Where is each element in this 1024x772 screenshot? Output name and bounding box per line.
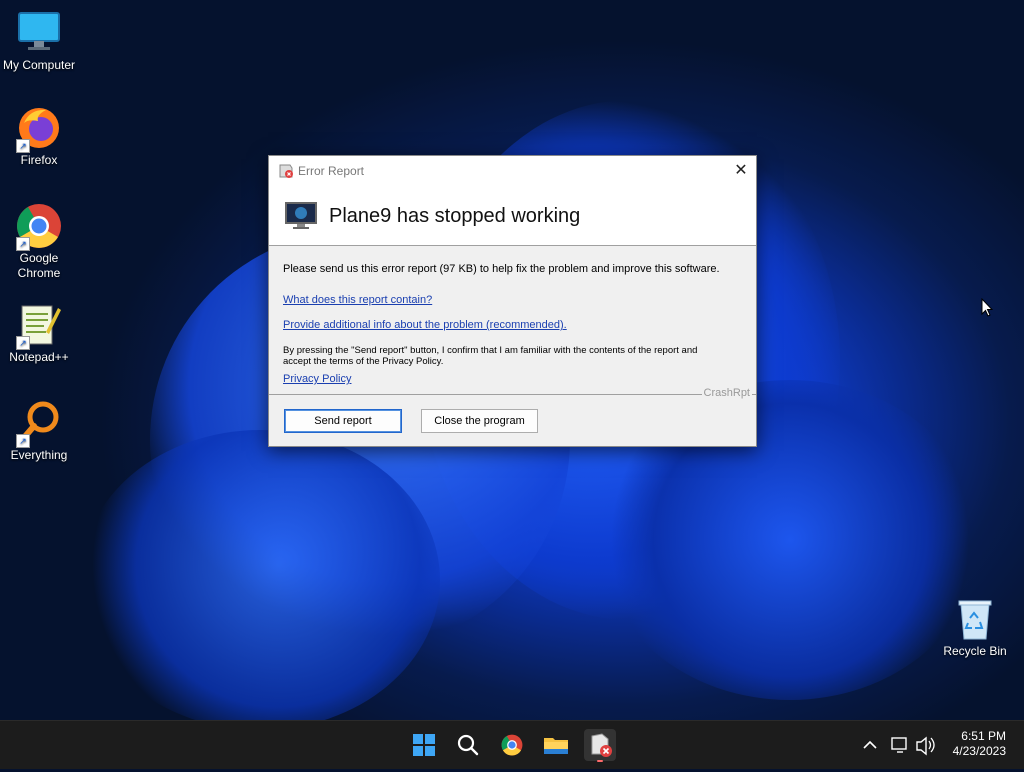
network-icon[interactable] — [890, 721, 910, 769]
taskbar-crashrpt-button[interactable] — [584, 729, 616, 762]
separator — [269, 394, 756, 395]
desktop-icon-label: Google Chrome — [17, 251, 61, 280]
notepadpp-icon: ↗ — [16, 302, 62, 350]
start-icon — [408, 734, 440, 765]
taskbar: 6:51 PM 4/23/2023 — [0, 720, 1024, 769]
error-message: Please send us this error report (97 KB)… — [283, 263, 720, 275]
desktop-icon-notepadpp[interactable]: ↗ Notepad++ — [0, 302, 78, 365]
desktop-icon-label: Everything — [10, 448, 68, 462]
desktop-icon-my-computer[interactable]: My Computer — [0, 10, 78, 73]
mouse-cursor-icon — [981, 297, 994, 317]
report-contents-link[interactable]: What does this report contain? — [283, 294, 432, 306]
taskbar-search-button[interactable] — [452, 729, 484, 761]
clock-date: 4/23/2023 — [952, 744, 1006, 758]
close-icon[interactable]: ✕ — [726, 156, 756, 186]
dialog-titlebar[interactable]: Error Report ✕ — [269, 156, 756, 186]
chrome-icon — [496, 734, 528, 765]
firefox-icon: ↗ — [16, 105, 62, 153]
privacy-policy-link[interactable]: Privacy Policy — [283, 373, 351, 385]
crashrpt-icon — [584, 733, 616, 765]
file-explorer-icon — [540, 738, 572, 765]
shortcut-arrow-icon: ↗ — [16, 434, 30, 448]
error-report-app-icon — [278, 163, 294, 179]
send-report-button[interactable]: Send report — [284, 409, 402, 433]
desktop-icon-everything[interactable]: ↗ Everything — [0, 400, 78, 463]
everything-icon: ↗ — [16, 400, 62, 448]
clock-time: 6:51 PM — [961, 729, 1006, 743]
desktop-icon-label: Firefox — [20, 153, 58, 167]
additional-info-link[interactable]: Provide additional info about the proble… — [283, 319, 567, 331]
taskbar-chrome-button[interactable] — [496, 729, 528, 761]
shortcut-arrow-icon: ↗ — [16, 139, 30, 153]
taskbar-file-explorer-button[interactable] — [540, 729, 572, 761]
taskbar-clock[interactable]: 6:51 PM 4/23/2023 — [953, 729, 1006, 759]
close-program-button[interactable]: Close the program — [421, 409, 538, 433]
consent-text: By pressing the "Send report" button, I … — [283, 345, 698, 367]
desktop-icon-firefox[interactable]: ↗ Firefox — [0, 105, 78, 168]
active-indicator — [597, 760, 603, 762]
desktop-icon-label: My Computer — [2, 58, 76, 72]
start-button[interactable] — [408, 729, 440, 761]
recycle-bin-icon — [952, 596, 998, 642]
desktop-icon-recycle-bin[interactable]: Recycle Bin — [936, 596, 1014, 659]
show-hidden-icons-button[interactable] — [860, 721, 880, 769]
shortcut-arrow-icon: ↗ — [16, 237, 30, 251]
monitor-icon — [16, 10, 62, 56]
dialog-heading: Plane9 has stopped working — [329, 205, 581, 227]
desktop-icon-label: Recycle Bin — [943, 644, 1007, 658]
chrome-icon: ↗ — [16, 203, 62, 251]
desktop-icon-label: Notepad++ — [9, 350, 69, 364]
shortcut-arrow-icon: ↗ — [16, 336, 30, 350]
crashrpt-brand: CrashRpt — [701, 387, 752, 399]
dialog-body: Please send us this error report (97 KB)… — [269, 246, 756, 446]
dialog-header: Plane9 has stopped working — [269, 186, 756, 246]
dialog-title: Error Report — [298, 164, 365, 178]
search-icon — [452, 734, 484, 765]
error-report-dialog: Error Report ✕ Plane9 has stopped workin… — [268, 155, 757, 447]
volume-icon[interactable] — [914, 721, 936, 769]
desktop-icon-google-chrome[interactable]: ↗ Google Chrome — [0, 203, 78, 281]
monitor-icon — [285, 202, 317, 230]
